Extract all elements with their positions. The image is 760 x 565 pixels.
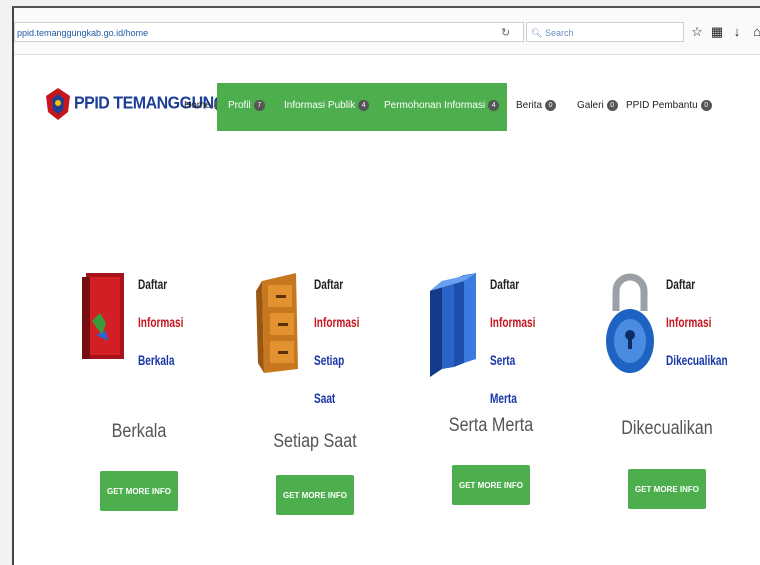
nav-badge: 0 xyxy=(606,100,618,111)
card-caption: Daftar Informasi Setiap Saat xyxy=(314,265,360,417)
caption-line-2: Informasi xyxy=(666,314,712,330)
search-icon: 🔍︎ xyxy=(531,28,543,38)
card-title: Setiap Saat xyxy=(273,431,357,452)
caption-line-3: Serta Merta xyxy=(490,352,517,406)
nav-label: Permohonan Informasi xyxy=(384,100,486,111)
get-more-info-button[interactable]: GET MORE INFO xyxy=(100,471,178,511)
nav-badge: 0 xyxy=(545,100,557,111)
bookmark-star-icon[interactable]: ☆ xyxy=(690,22,704,42)
nav-profil[interactable]: Profil 7 xyxy=(228,100,265,111)
home-icon[interactable]: ⌂ xyxy=(750,22,760,42)
blue-books-icon xyxy=(430,273,476,377)
red-binder-icon xyxy=(82,273,124,359)
card-title: Berkala xyxy=(111,421,167,442)
nav-berita[interactable]: Berita 0 xyxy=(516,100,557,111)
info-cards-section: Daftar Informasi Berkala Berkala GET MOR… xyxy=(54,203,754,563)
nav-badge: 4 xyxy=(488,100,500,111)
logo-emblem-icon xyxy=(46,88,70,120)
nav-galeri[interactable]: Galeri 0 xyxy=(577,100,618,111)
nav-badge: 0 xyxy=(700,100,712,111)
caption-line-2: Informasi xyxy=(314,314,360,330)
url-text: ppid.temanggungkab.go.id/home xyxy=(17,28,149,38)
card-caption: Daftar Informasi Berkala xyxy=(138,265,184,379)
nav-label: Berita xyxy=(516,100,543,111)
caption-line-3: Setiap Saat xyxy=(314,352,345,406)
card-caption: Daftar Informasi Dikecualikan xyxy=(666,265,728,379)
caption-line-1: Daftar xyxy=(490,276,520,292)
card-berkala: Daftar Informasi Berkala Berkala GET MOR… xyxy=(54,203,224,563)
card-title: Serta Merta xyxy=(448,415,534,436)
caption-line-1: Daftar xyxy=(666,276,696,292)
nav-informasi-publik[interactable]: Informasi Publik 4 xyxy=(284,100,370,111)
browser-toolbar-icons: ☆ ▦ ↓ ⌂ xyxy=(690,22,760,42)
caption-line-1: Daftar xyxy=(138,276,168,292)
nav-label: Galeri xyxy=(577,100,604,111)
get-more-info-button[interactable]: GET MORE INFO xyxy=(276,475,354,515)
caption-line-3: Berkala xyxy=(138,352,175,368)
filing-cabinet-icon xyxy=(256,273,298,373)
nav-badge: 4 xyxy=(358,100,370,111)
search-placeholder: Search xyxy=(544,28,574,38)
nav-badge: 7 xyxy=(253,100,265,111)
card-dikecualikan: Daftar Informasi Dikecualikan Dikecualik… xyxy=(582,203,752,563)
address-bar[interactable]: ppid.temanggungkab.go.id/home ↻ xyxy=(14,22,524,42)
get-more-info-button[interactable]: GET MORE INFO xyxy=(628,469,706,509)
caption-line-2: Informasi xyxy=(490,314,536,330)
nav-label: Home xyxy=(184,100,211,111)
padlock-icon xyxy=(606,273,654,373)
caption-line-1: Daftar xyxy=(314,276,344,292)
card-title: Dikecualikan xyxy=(621,418,713,439)
search-field[interactable]: 🔍︎ Search xyxy=(526,22,684,42)
card-caption: Daftar Informasi Serta Merta xyxy=(490,265,536,417)
get-more-info-button[interactable]: GET MORE INFO xyxy=(452,465,530,505)
caption-line-3: Dikecualikan xyxy=(666,352,728,368)
browser-toolbar: ppid.temanggungkab.go.id/home ↻ 🔍︎ Searc… xyxy=(14,8,760,55)
card-serta-merta: Daftar Informasi Serta Merta Serta Merta… xyxy=(406,203,576,563)
nav-label: PPID Pembantu xyxy=(626,100,698,111)
nav-ppid-pembantu[interactable]: PPID Pembantu 0 xyxy=(626,100,712,111)
caption-line-2: Informasi xyxy=(138,314,184,330)
nav-label: Profil xyxy=(228,100,251,111)
download-icon[interactable]: ↓ xyxy=(730,22,744,42)
card-setiap-saat: Daftar Informasi Setiap Saat Setiap Saat… xyxy=(230,203,400,563)
reload-icon[interactable]: ↻ xyxy=(501,23,510,41)
bookmarks-list-icon[interactable]: ▦ xyxy=(710,22,724,42)
nav-label: Informasi Publik xyxy=(284,100,356,111)
browser-window: ppid.temanggungkab.go.id/home ↻ 🔍︎ Searc… xyxy=(12,6,760,565)
nav-permohonan-informasi[interactable]: Permohonan Informasi 4 xyxy=(384,100,500,111)
